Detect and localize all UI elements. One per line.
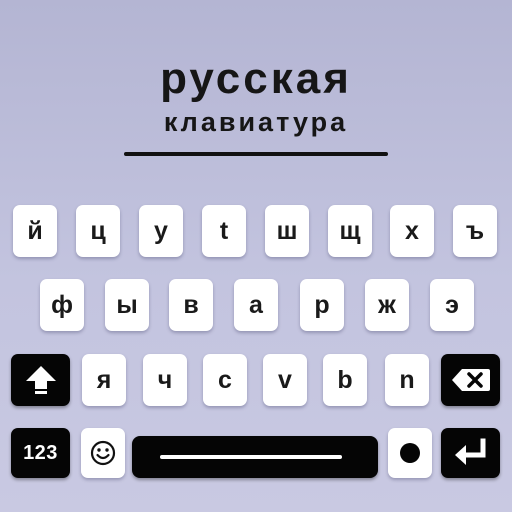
- key-b[interactable]: b: [323, 354, 367, 406]
- key-ч[interactable]: ч: [143, 354, 187, 406]
- title: русская: [160, 54, 352, 103]
- key-ц[interactable]: ц: [76, 205, 120, 257]
- key-а[interactable]: а: [234, 279, 278, 331]
- key-р[interactable]: р: [300, 279, 344, 331]
- space-bar[interactable]: [132, 436, 378, 478]
- enter-return-icon: [453, 438, 489, 468]
- key-ш[interactable]: ш: [265, 205, 309, 257]
- smiley-icon: [89, 439, 117, 467]
- emoji-key[interactable]: [81, 428, 125, 478]
- period-key[interactable]: [388, 428, 432, 478]
- key-в[interactable]: в: [169, 279, 213, 331]
- key-с[interactable]: с: [203, 354, 247, 406]
- key-t[interactable]: t: [202, 205, 246, 257]
- key-я[interactable]: я: [82, 354, 126, 406]
- key-n[interactable]: n: [385, 354, 429, 406]
- backspace-key[interactable]: [441, 354, 500, 406]
- key-v[interactable]: v: [263, 354, 307, 406]
- enter-key[interactable]: [441, 428, 500, 478]
- key-ы[interactable]: ы: [105, 279, 149, 331]
- shift-arrow-icon: [24, 363, 58, 397]
- key-ф[interactable]: ф: [40, 279, 84, 331]
- key-й[interactable]: й: [13, 205, 57, 257]
- key-э[interactable]: э: [430, 279, 474, 331]
- title-underline: [124, 152, 388, 156]
- dot-icon: [399, 442, 421, 464]
- key-ъ[interactable]: ъ: [453, 205, 497, 257]
- key-у[interactable]: у: [139, 205, 183, 257]
- space-bar-line: [160, 455, 342, 459]
- numbers-key[interactable]: 123: [11, 428, 70, 478]
- key-ж[interactable]: ж: [365, 279, 409, 331]
- shift-key[interactable]: [11, 354, 70, 406]
- key-щ[interactable]: щ: [328, 205, 372, 257]
- backspace-icon: [451, 367, 491, 393]
- subtitle: клавиатура: [163, 107, 349, 137]
- key-х[interactable]: х: [390, 205, 434, 257]
